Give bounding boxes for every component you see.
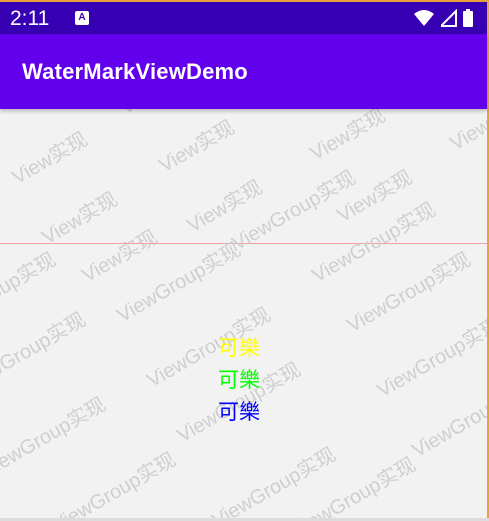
watermark-content: View实现 View实现 View实现 View实现 View实现 View实…: [0, 109, 487, 518]
status-icons: [412, 9, 473, 29]
status-bar: 2:11 A: [0, 2, 487, 34]
watermark-text: ViewGroup实现: [48, 448, 180, 518]
watermark-text: View实现: [114, 109, 200, 120]
label-yellow: 可樂: [218, 337, 260, 360]
battery-icon: [463, 9, 473, 27]
label-green: 可樂: [218, 369, 260, 392]
watermark-text: View实现: [155, 116, 239, 178]
cellular-signal-icon: [440, 9, 457, 27]
watermark-text: View实现: [446, 109, 488, 156]
label-blue: 可樂: [218, 401, 260, 424]
app-bar: WaterMarkViewDemo: [0, 34, 487, 109]
watermark-text: View实现: [306, 109, 390, 166]
watermark-text: ViewGroup实现: [0, 308, 90, 398]
watermark-text: View实现: [8, 128, 92, 190]
status-time: 2:11: [10, 7, 50, 30]
app-title: WaterMarkViewDemo: [22, 59, 248, 84]
watermark-text: ViewGroup实现: [373, 313, 488, 403]
watermark-text: View实现: [38, 188, 122, 250]
watermark-text: ViewGroup实现: [0, 393, 110, 483]
label-stack: 可樂 可樂 可樂: [218, 333, 260, 429]
wifi-icon: [414, 10, 435, 26]
watermark-text: View实现: [78, 226, 162, 288]
android-a-icon: A: [75, 11, 89, 25]
